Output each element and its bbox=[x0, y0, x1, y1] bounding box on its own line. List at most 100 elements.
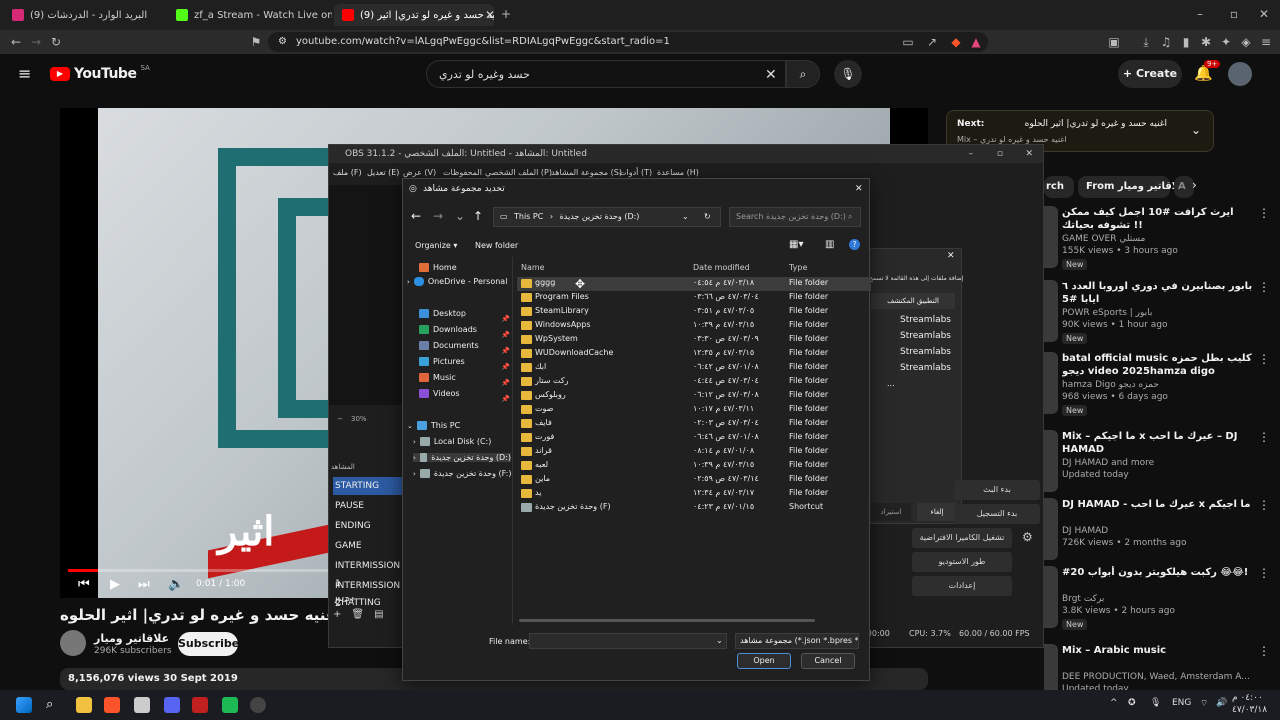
help-icon[interactable]: ? bbox=[849, 239, 860, 250]
file-row[interactable]: روبلوكس ٤٧/٠٣/٠٨ ص ٠٦:١٢ File folder bbox=[517, 389, 871, 403]
account-avatar[interactable] bbox=[1228, 62, 1252, 86]
organize-button[interactable]: Organize ▾ bbox=[415, 241, 457, 250]
nav-music[interactable]: Music bbox=[419, 373, 456, 382]
extensions-icon[interactable]: ✱ bbox=[1198, 34, 1214, 50]
remove-scene-icon[interactable]: 🗑 bbox=[351, 609, 364, 620]
minimize-icon[interactable]: – bbox=[969, 145, 974, 163]
expand-icon[interactable]: › bbox=[407, 278, 410, 286]
streamlabs-row[interactable]: Streamlabs bbox=[898, 328, 952, 344]
nav-videos[interactable]: Videos bbox=[419, 389, 460, 398]
column-type[interactable]: Type bbox=[789, 263, 807, 272]
video-thumbnail[interactable] bbox=[1044, 498, 1058, 560]
rec-title[interactable]: بابور بصنابيرن في دوري اوروبا العدد ٦ اي… bbox=[1062, 280, 1258, 306]
notifications-button[interactable]: 🔔 9+ bbox=[1194, 60, 1221, 82]
new-folder-button[interactable]: New folder bbox=[475, 241, 518, 250]
nav-this-pc[interactable]: ⌄ This PC bbox=[407, 421, 460, 430]
cancel-button[interactable]: Cancel bbox=[801, 653, 855, 669]
more-options-icon[interactable]: ⋮ bbox=[1258, 352, 1270, 366]
sidebar-icon[interactable]: ▮ bbox=[1178, 34, 1194, 50]
scene-item[interactable]: STARTING bbox=[333, 477, 403, 495]
more-button[interactable]: ... bbox=[887, 379, 895, 388]
expand-icon[interactable]: › bbox=[413, 470, 416, 478]
leo-icon[interactable]: ✦ bbox=[1218, 34, 1234, 50]
input-language[interactable]: ENG bbox=[1172, 698, 1191, 708]
rec-title[interactable]: Mix – Arabic music bbox=[1062, 644, 1258, 657]
forward-icon[interactable]: → bbox=[433, 209, 443, 223]
rec-title[interactable]: Mix – ما اجيكم x عيرك ما احب – DJ HAMAD bbox=[1062, 430, 1258, 456]
streamlabs-row[interactable]: Streamlabs bbox=[898, 312, 952, 328]
file-row[interactable]: gggg ٤٧/٠٣/١٨ م ٠٤:٥٤ File folder bbox=[517, 277, 871, 291]
file-row[interactable]: يد ٤٧/٠٣/١٧ م ١٢:٣٤ File folder bbox=[517, 487, 871, 501]
recommendation-item[interactable]: ايرث كرافت #10 اجمل كيف ممكن تشوفه بحيات… bbox=[1044, 206, 1280, 272]
file-row[interactable]: Program Files ٤٧/٠٣/٠٤ ص ٠٣:٦٦ File folder bbox=[517, 291, 871, 305]
hamburger-icon[interactable]: ≡ bbox=[18, 64, 31, 83]
tray-expand-icon[interactable]: ^ bbox=[1110, 698, 1118, 708]
close-tab-icon[interactable]: ✕ bbox=[482, 7, 498, 23]
next-icon[interactable]: ⏭ bbox=[138, 577, 150, 592]
file-row[interactable]: WindowsApps ٤٧/٠٣/١٥ م ١٠:٣٩ File folder bbox=[517, 319, 871, 333]
close-icon[interactable]: ✕ bbox=[947, 251, 955, 261]
file-row[interactable]: ماين ٤٧/٠٣/١٤ ص ٠٢:٥٩ File folder bbox=[517, 473, 871, 487]
file-row[interactable]: ابك ٤٧/٠١/٠٨ ص ٠٦:٤٢ File folder bbox=[517, 361, 871, 375]
filename-input[interactable]: ⌄ bbox=[529, 633, 727, 649]
file-type-filter[interactable]: مجموعة مشاهد (*.json *.bpres *... bbox=[735, 633, 859, 649]
youtube-logo[interactable]: ▶ YouTube SA bbox=[50, 64, 150, 82]
nav-pictures[interactable]: Pictures bbox=[419, 357, 465, 366]
scene-item[interactable]: INTERMISSION 1 bbox=[333, 557, 403, 589]
streamlabs-row[interactable]: Streamlabs bbox=[898, 360, 952, 376]
search-icon[interactable]: ⌕ bbox=[46, 697, 62, 713]
more-options-icon[interactable]: ⋮ bbox=[1258, 644, 1270, 658]
cancel-import-button[interactable]: إلغاء bbox=[917, 503, 957, 521]
bookmark-icon[interactable]: ⚑ bbox=[248, 34, 264, 50]
obs-control-button[interactable]: بدء البث bbox=[954, 480, 1040, 500]
scene-filters-icon[interactable]: ▤ bbox=[374, 609, 383, 620]
brave-icon[interactable] bbox=[104, 697, 120, 713]
rec-channel[interactable]: POWR eSports | بابور bbox=[1062, 308, 1152, 318]
play-icon[interactable]: ▶ bbox=[110, 577, 120, 592]
wallet-icon[interactable]: ▣ bbox=[1106, 34, 1122, 50]
notepad-icon[interactable] bbox=[134, 697, 150, 713]
nav-drive-d[interactable]: › وحدة تخزين جديدة (D:) bbox=[413, 453, 511, 462]
rec-title[interactable]: batal official music كليب بطل حمزه ديجو … bbox=[1062, 352, 1258, 378]
nav-onedrive[interactable]: › OneDrive - Personal bbox=[407, 277, 507, 286]
chevron-down-icon[interactable]: ⌄ bbox=[682, 208, 689, 226]
scene-item[interactable]: INTERMISSION 2 bbox=[333, 577, 403, 609]
back-icon[interactable]: ← bbox=[8, 34, 24, 50]
more-options-icon[interactable]: ⋮ bbox=[1258, 430, 1270, 444]
chevron-right-icon[interactable]: › bbox=[1192, 178, 1197, 192]
rec-title[interactable]: DJ HAMAD - عيرك ما احب x ما اجيكم bbox=[1062, 498, 1258, 511]
close-dialog-icon[interactable]: ✕ bbox=[855, 179, 863, 199]
obs-menu-item[interactable]: مجموعة المشاهد (S) bbox=[551, 168, 622, 177]
channel-avatar[interactable] bbox=[60, 630, 86, 656]
back-icon[interactable]: ← bbox=[411, 209, 421, 223]
subscribe-button[interactable]: Subscribe bbox=[178, 632, 239, 656]
maximize-icon[interactable]: ▫ bbox=[997, 145, 1003, 163]
more-options-icon[interactable]: ⋮ bbox=[1258, 566, 1270, 580]
obs-control-button[interactable]: طور الاستوديو bbox=[912, 552, 1012, 572]
nav-home[interactable]: Home bbox=[419, 263, 457, 272]
recommendation-item[interactable]: Mix – ما اجيكم x عيرك ما احب – DJ HAMAD D… bbox=[1044, 430, 1280, 496]
share-icon[interactable]: ↗ bbox=[924, 34, 940, 50]
more-options-icon[interactable]: ⋮ bbox=[1258, 280, 1270, 294]
obs-menu-item[interactable]: أدوات (T) bbox=[619, 168, 652, 177]
nav-documents[interactable]: Documents bbox=[419, 341, 479, 350]
column-date-modified[interactable]: Date modified bbox=[693, 263, 750, 272]
search-button[interactable]: ⌕ bbox=[786, 60, 820, 88]
rec-channel[interactable]: Brgt بركت bbox=[1062, 594, 1104, 604]
rec-channel[interactable]: DJ HAMAD bbox=[1062, 526, 1108, 536]
file-explorer-icon[interactable] bbox=[76, 697, 92, 713]
breadcrumb-this-pc[interactable]: This PC bbox=[514, 212, 543, 221]
chevron-down-icon[interactable]: ⌄ bbox=[1191, 123, 1201, 137]
expand-icon[interactable]: › bbox=[413, 438, 416, 446]
nav-downloads[interactable]: Downloads bbox=[419, 325, 477, 334]
file-row[interactable]: فايف ٤٧/٠٣/٠٤ ص ٠٢:٠٣ File folder bbox=[517, 417, 871, 431]
streamlabs-row[interactable]: Streamlabs bbox=[898, 344, 952, 360]
nav-drive-f[interactable]: › وحدة تخزين جديدة (F:) bbox=[413, 469, 511, 478]
up-folder-icon[interactable]: ↑ bbox=[473, 209, 483, 223]
column-name[interactable]: Name bbox=[521, 263, 545, 272]
rec-title[interactable]: ايرث كرافت #10 اجمل كيف ممكن تشوفه بحيات… bbox=[1062, 206, 1258, 232]
channel-name[interactable]: علاقاتير وميار bbox=[94, 632, 169, 645]
horizontal-scrollbar[interactable] bbox=[519, 619, 815, 622]
open-button[interactable]: Open bbox=[737, 653, 791, 669]
file-row[interactable]: ركت ستار ٤٧/٠٣/٠٤ ص ٠٤:٤٤ File folder bbox=[517, 375, 871, 389]
